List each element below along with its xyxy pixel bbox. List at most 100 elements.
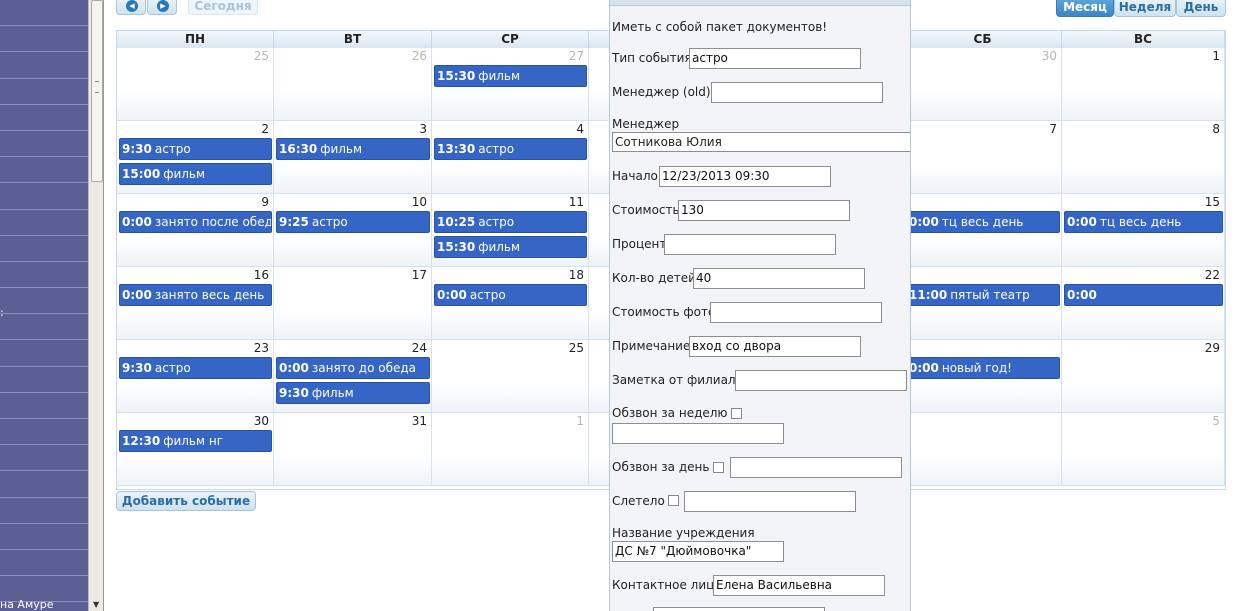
sidebar-row[interactable] xyxy=(0,236,88,262)
calendar-event[interactable]: 15:30 фильм xyxy=(434,236,587,258)
call-week-input[interactable] xyxy=(612,423,784,444)
day-cell[interactable]: 31 xyxy=(274,413,432,486)
day-cell[interactable]: 1 xyxy=(1062,48,1225,121)
calendar-event[interactable]: 9:30 фильм xyxy=(276,382,430,404)
remark-input[interactable]: вход со двора xyxy=(689,336,861,357)
call-day-checkbox[interactable] xyxy=(713,462,724,473)
day-cell[interactable] xyxy=(904,413,1062,486)
sidebar-row[interactable] xyxy=(0,183,88,210)
calendar-event[interactable]: 10:25 астро xyxy=(434,211,587,233)
org-name-input[interactable]: ДС №7 "Дюймовочка" xyxy=(612,541,784,562)
event-time: 0:00 xyxy=(909,215,939,229)
event-time: 12:30 xyxy=(122,434,161,448)
event-type-label: Тип события xyxy=(612,51,692,65)
manager-old-input[interactable] xyxy=(711,82,883,103)
scroll-down-icon[interactable]: ▼ xyxy=(93,600,99,609)
calendar-event[interactable]: 9:25 астро xyxy=(276,211,430,233)
fell-through-checkbox[interactable] xyxy=(668,495,679,506)
call-week-checkbox[interactable] xyxy=(731,408,742,419)
calendar-event[interactable]: 16:30 фильм xyxy=(276,138,430,160)
sidebar-row[interactable] xyxy=(0,288,88,315)
calendar-event[interactable]: 11:00 пятый театр xyxy=(906,284,1060,306)
sidebar-row[interactable] xyxy=(0,393,88,419)
scrollbar-thumb[interactable] xyxy=(91,0,103,182)
calendar-event[interactable]: 15:30 фильм xyxy=(434,65,587,87)
calendar-event[interactable]: 0:00 занято весь день xyxy=(119,284,272,306)
sidebar-item-label[interactable]: на Амуре xyxy=(0,598,88,611)
event-title: фильм xyxy=(478,240,521,254)
prev-month-button[interactable]: ◀ xyxy=(116,0,146,15)
left-sidebar: : на Амуре xyxy=(0,0,88,611)
add-event-button[interactable]: Добавить событие xyxy=(116,491,256,511)
view-month-button[interactable]: Месяц xyxy=(1056,0,1114,17)
sidebar-row[interactable] xyxy=(0,445,88,472)
percent-input[interactable] xyxy=(664,234,836,255)
sidebar-row[interactable] xyxy=(0,262,88,289)
day-cell[interactable]: 17 xyxy=(274,267,432,340)
event-title: пятый театр xyxy=(950,288,1030,302)
calendar-event[interactable]: 0:00 тц весь день xyxy=(1064,211,1223,233)
branch-note-input[interactable] xyxy=(735,370,907,391)
cost-label: Стоимость xyxy=(612,203,680,217)
sidebar-row[interactable] xyxy=(0,314,88,341)
call-day-input[interactable] xyxy=(730,457,902,478)
manager-select[interactable]: Сотникова Юлия ▼ xyxy=(612,132,910,152)
contact-person-label: Контактное лицо xyxy=(612,578,722,592)
day-cell[interactable]: 8 xyxy=(1062,121,1225,194)
kids-count-label: Кол-во детей xyxy=(612,271,696,285)
day-cell[interactable]: 29 xyxy=(1062,340,1225,413)
calendar-event[interactable]: 12:30 фильм нг xyxy=(119,430,272,452)
sidebar-row[interactable] xyxy=(0,367,88,393)
day-cell[interactable]: 26 xyxy=(274,48,432,121)
sidebar-row[interactable] xyxy=(0,210,88,236)
calendar-event[interactable]: 0:00 тц весь день xyxy=(906,211,1060,233)
view-day-button[interactable]: День xyxy=(1176,0,1226,17)
sidebar-row[interactable] xyxy=(0,157,88,184)
event-type-input[interactable]: астро xyxy=(689,48,861,69)
branch-note-label: Заметка от филиала xyxy=(612,373,743,387)
sidebar-row[interactable] xyxy=(0,550,88,577)
sidebar-row[interactable] xyxy=(0,524,88,550)
sidebar-row[interactable] xyxy=(0,79,88,105)
calendar-event[interactable]: 13:30 астро xyxy=(434,138,587,160)
contact-person-input[interactable]: Елена Васильевна xyxy=(713,575,885,596)
sidebar-row[interactable] xyxy=(0,471,88,498)
calendar-event[interactable]: 9:30 астро xyxy=(119,357,272,379)
calendar-event[interactable]: 0:00 занято до обеда xyxy=(276,357,430,379)
day-cell[interactable]: 7 xyxy=(904,121,1062,194)
event-time: 0:00 xyxy=(122,215,152,229)
day-cell[interactable]: 30 xyxy=(904,48,1062,121)
sidebar-row[interactable] xyxy=(0,105,88,131)
fell-through-input[interactable] xyxy=(684,491,856,512)
start-input[interactable]: 12/23/2013 09:30 xyxy=(659,166,831,187)
event-title: фильм xyxy=(478,69,521,83)
calendar-event[interactable]: 0:00 занято после обеда xyxy=(119,211,272,233)
kids-count-input[interactable]: 40 xyxy=(693,268,865,289)
calendar-event[interactable]: 0:00 астро xyxy=(434,284,587,306)
day-number: 7 xyxy=(1049,122,1057,136)
calendar-event[interactable]: 15:00 фильм xyxy=(119,163,272,185)
day-cell[interactable]: 25 xyxy=(117,48,274,121)
sidebar-row[interactable] xyxy=(0,131,88,158)
day-cell[interactable]: 1 xyxy=(432,413,589,486)
sidebar-row[interactable] xyxy=(0,26,88,53)
calendar-event[interactable]: 9:30 астро xyxy=(119,138,272,160)
event-time: 0:00 xyxy=(279,361,309,375)
calendar-event[interactable]: 0:00 новый год! xyxy=(906,357,1060,379)
next-month-button[interactable]: ▶ xyxy=(147,0,177,15)
day-number: 2 xyxy=(261,122,269,136)
photo-cost-input[interactable] xyxy=(710,302,882,323)
calendar-event[interactable]: 0:00 xyxy=(1064,284,1223,306)
next-field-input[interactable] xyxy=(653,607,825,611)
day-cell[interactable]: 25 xyxy=(432,340,589,413)
cost-input[interactable]: 130 xyxy=(678,200,850,221)
view-week-button[interactable]: Неделя xyxy=(1114,0,1176,17)
today-button[interactable]: Сегодня xyxy=(188,0,258,15)
sidebar-row[interactable] xyxy=(0,52,88,79)
day-cell[interactable]: 5 xyxy=(1062,413,1225,486)
sidebar-row[interactable] xyxy=(0,340,88,367)
sidebar-row[interactable] xyxy=(0,0,88,27)
sidebar-row[interactable] xyxy=(0,498,88,524)
sidebar-scrollbar[interactable]: ▼ xyxy=(88,0,104,611)
sidebar-row[interactable] xyxy=(0,419,88,446)
